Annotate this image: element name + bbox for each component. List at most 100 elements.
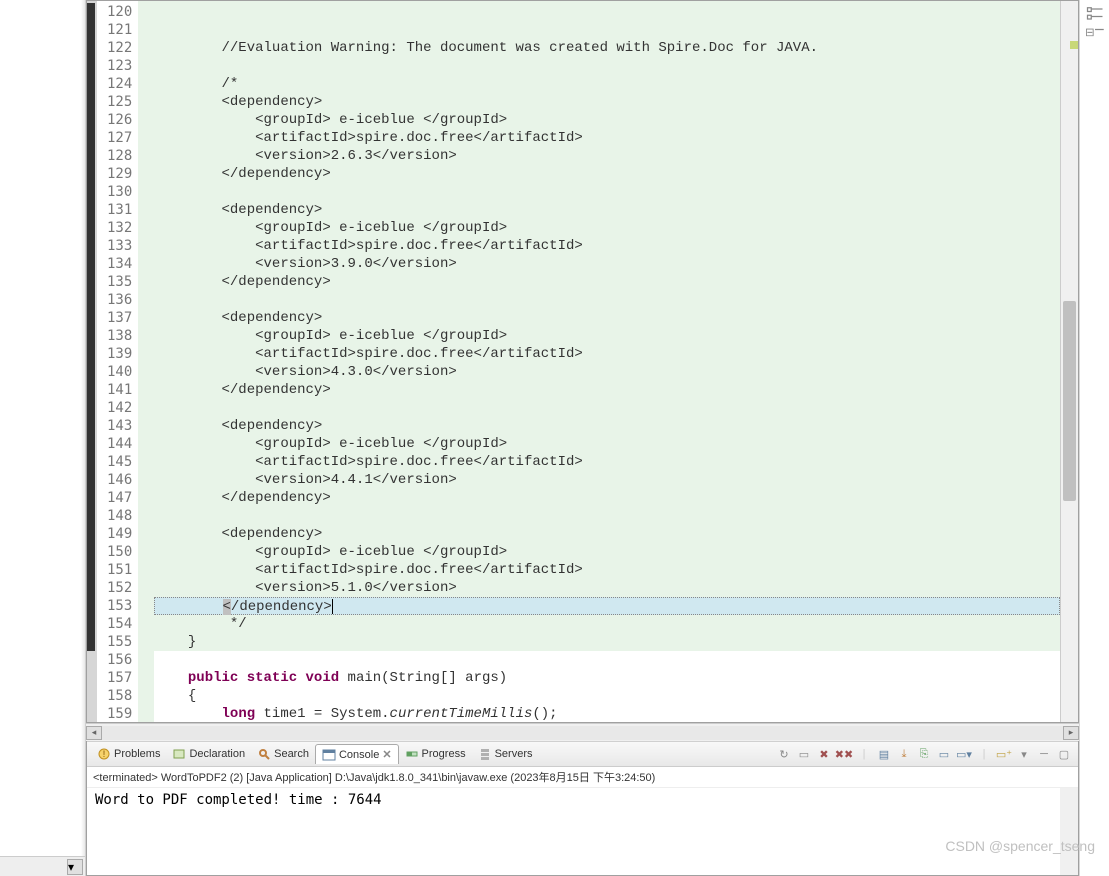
code-line[interactable]: <groupId> e-iceblue </groupId> (154, 435, 1060, 453)
code-line[interactable] (154, 651, 1060, 669)
code-line[interactable]: <version>4.4.1</version> (154, 471, 1060, 489)
line-number[interactable]: 138 (97, 327, 138, 345)
code-line[interactable]: <artifactId>spire.doc.free</artifactId> (154, 129, 1060, 147)
line-number[interactable]: 128 (97, 147, 138, 165)
line-number[interactable]: 145 (97, 453, 138, 471)
line-number[interactable]: 125 (97, 93, 138, 111)
open-console-icon[interactable]: ▭▾ (955, 745, 973, 763)
line-number[interactable]: 123 (97, 57, 138, 75)
line-number[interactable]: 158 (97, 687, 138, 705)
code-line[interactable]: <dependency> (154, 93, 1060, 111)
code-line[interactable] (154, 291, 1060, 309)
tab-progress[interactable]: Progress (399, 744, 472, 764)
outline-expand-icon[interactable]: ⊟ (1085, 24, 1105, 40)
line-number[interactable]: 120 (97, 3, 138, 21)
tab-console[interactable]: Console ✕ (315, 744, 399, 764)
line-number[interactable]: 139 (97, 345, 138, 363)
line-number[interactable]: 127 (97, 129, 138, 147)
remove-launch-icon[interactable]: ▭ (795, 745, 813, 763)
line-number[interactable]: 156 (97, 651, 138, 669)
line-number[interactable]: 137 (97, 309, 138, 327)
line-number[interactable]: 129 (97, 165, 138, 183)
code-line[interactable]: </dependency> (154, 165, 1060, 183)
code-line[interactable]: //Evaluation Warning: The document was c… (154, 39, 1060, 57)
code-line[interactable]: <artifactId>spire.doc.free</artifactId> (154, 345, 1060, 363)
scroll-down-icon[interactable]: ▾ (67, 859, 83, 875)
line-number[interactable]: 147 (97, 489, 138, 507)
code-line[interactable]: <groupId> e-iceblue </groupId> (154, 543, 1060, 561)
maximize-view-icon[interactable]: ▢ (1055, 745, 1073, 763)
tab-problems[interactable]: !Problems (91, 744, 166, 764)
scroll-right-icon[interactable]: ▸ (1063, 726, 1079, 740)
line-number[interactable]: 151 (97, 561, 138, 579)
line-number[interactable]: 130 (97, 183, 138, 201)
clear-console-icon[interactable]: ▤ (875, 745, 893, 763)
tab-servers[interactable]: Servers (472, 744, 539, 764)
code-line[interactable]: <dependency> (154, 309, 1060, 327)
line-number-gutter[interactable]: 1201211221231241251261271281291301311321… (97, 1, 138, 722)
vertical-scrollbar[interactable] (1060, 1, 1078, 722)
line-number[interactable]: 122 (97, 39, 138, 57)
line-number[interactable]: 157 (97, 669, 138, 687)
line-number[interactable]: 131 (97, 201, 138, 219)
view-menu-icon[interactable]: ▾ (1015, 745, 1033, 763)
line-number[interactable]: 159 (97, 705, 138, 723)
code-line[interactable]: </dependency> (154, 489, 1060, 507)
line-number[interactable]: 132 (97, 219, 138, 237)
line-number[interactable]: 133 (97, 237, 138, 255)
code-line[interactable]: <version>2.6.3</version> (154, 147, 1060, 165)
horizontal-scrollbar[interactable]: ◂ ▸ (86, 723, 1079, 741)
close-tab-icon[interactable]: ✕ (382, 748, 391, 761)
code-line[interactable] (154, 399, 1060, 417)
code-line[interactable]: <artifactId>spire.doc.free</artifactId> (154, 453, 1060, 471)
line-number[interactable]: 140 (97, 363, 138, 381)
code-line[interactable]: <groupId> e-iceblue </groupId> (154, 111, 1060, 129)
code-line[interactable]: <groupId> e-iceblue </groupId> (154, 327, 1060, 345)
code-line[interactable]: } (154, 633, 1060, 651)
display-selected-icon[interactable]: ▭ (935, 745, 953, 763)
code-line[interactable]: */ (154, 615, 1060, 633)
line-number[interactable]: 121 (97, 21, 138, 39)
code-line[interactable]: long time1 = System.currentTimeMillis(); (154, 705, 1060, 722)
outline-sidebar[interactable]: ⊟ (1079, 0, 1109, 876)
line-number[interactable]: 152 (97, 579, 138, 597)
code-line[interactable]: <artifactId>spire.doc.free</artifactId> (154, 237, 1060, 255)
new-console-icon[interactable]: ▭⁺ (995, 745, 1013, 763)
code-line[interactable] (154, 21, 1060, 39)
scroll-left-icon[interactable]: ◂ (86, 726, 102, 740)
line-number[interactable]: 144 (97, 435, 138, 453)
line-number[interactable]: 149 (97, 525, 138, 543)
code-line[interactable]: </dependency> (154, 273, 1060, 291)
terminate-icon[interactable]: ✖✖ (835, 745, 853, 763)
line-number[interactable]: 155 (97, 633, 138, 651)
line-number[interactable]: 126 (97, 111, 138, 129)
code-line[interactable]: <version>4.3.0</version> (154, 363, 1060, 381)
sash-handle[interactable] (81, 0, 85, 876)
code-line[interactable]: </dependency> (154, 597, 1060, 615)
minimize-view-icon[interactable]: ─ (1035, 745, 1053, 763)
tab-declaration[interactable]: Declaration (166, 744, 251, 764)
code-line[interactable] (154, 3, 1060, 21)
line-number[interactable]: 150 (97, 543, 138, 561)
line-number[interactable]: 148 (97, 507, 138, 525)
code-line[interactable]: <groupId> e-iceblue </groupId> (154, 219, 1060, 237)
line-number[interactable]: 153 (97, 597, 138, 615)
tab-search[interactable]: Search (251, 744, 315, 764)
console-output[interactable]: Word to PDF completed! time : 7644 (87, 788, 1078, 875)
code-line[interactable]: public static void main(String[] args) (154, 669, 1060, 687)
code-line[interactable]: <dependency> (154, 417, 1060, 435)
code-line[interactable]: { (154, 687, 1060, 705)
code-line[interactable]: <dependency> (154, 201, 1060, 219)
pin-console-icon[interactable]: ⎘ (915, 745, 933, 763)
console-relaunch-icon[interactable]: ↻ (775, 745, 793, 763)
line-number[interactable]: 143 (97, 417, 138, 435)
code-line[interactable]: </dependency> (154, 381, 1060, 399)
left-panel-scrollbar[interactable]: ▾ (0, 856, 85, 876)
console-scrollbar[interactable] (1060, 788, 1078, 875)
line-number[interactable]: 124 (97, 75, 138, 93)
line-number[interactable]: 154 (97, 615, 138, 633)
code-line[interactable]: /* (154, 75, 1060, 93)
code-line[interactable]: <version>5.1.0</version> (154, 579, 1060, 597)
code-line[interactable] (154, 183, 1060, 201)
code-line[interactable] (154, 507, 1060, 525)
